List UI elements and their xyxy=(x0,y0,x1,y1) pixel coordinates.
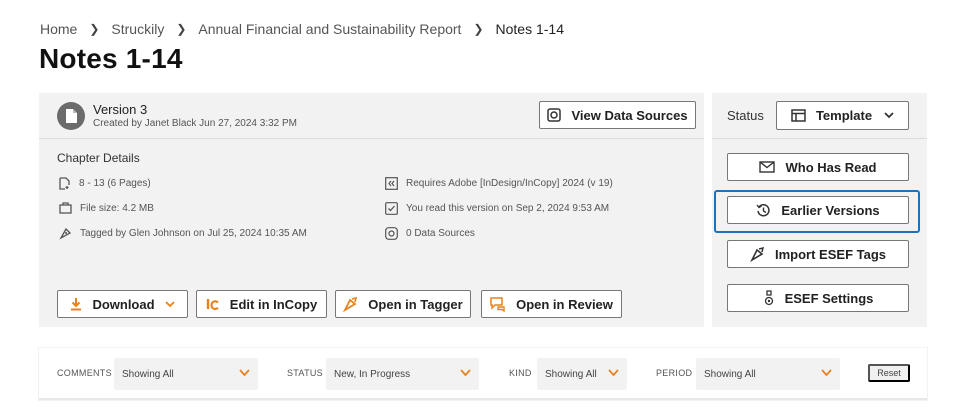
filter-bar: COMMENTS Showing All STATUS New, In Prog… xyxy=(39,348,927,400)
kind-filter-label: KIND xyxy=(509,368,532,378)
data-sources-icon xyxy=(547,108,562,122)
chevron-down-icon xyxy=(239,369,250,377)
incopy-logo-icon xyxy=(206,299,219,311)
tag-icon xyxy=(750,246,765,262)
chapter-details-panel: Version 3 Created by Janet Black Jun 27,… xyxy=(39,93,704,327)
check-square-icon xyxy=(385,202,398,215)
edit-in-incopy-button[interactable]: Edit in InCopy xyxy=(196,290,327,318)
chevron-down-icon xyxy=(608,369,619,377)
esef-settings-icon xyxy=(764,290,773,306)
page-title: Notes 1-14 xyxy=(39,43,183,74)
open-in-review-button[interactable]: Open in Review xyxy=(481,290,622,318)
breadcrumb-current: Notes 1-14 xyxy=(495,21,564,37)
status-select[interactable]: Template xyxy=(776,101,909,130)
version-subtitle: Created by Janet Black Jun 27, 2024 3:32… xyxy=(93,118,298,129)
who-has-read-button[interactable]: Who Has Read xyxy=(727,153,909,181)
import-esef-tags-button[interactable]: Import ESEF Tags xyxy=(727,240,909,268)
comments-filter-label: COMMENTS xyxy=(57,368,112,378)
detail-data-sources: 0 Data Sources xyxy=(385,227,475,240)
breadcrumb-report[interactable]: Annual Financial and Sustainability Repo… xyxy=(198,21,461,37)
chevron-down-icon xyxy=(460,369,471,377)
focus-ring xyxy=(714,190,920,233)
comments-filter-select[interactable]: Showing All xyxy=(114,358,258,390)
status-label: Status xyxy=(727,108,764,123)
kind-filter-select[interactable]: Showing All xyxy=(537,358,627,390)
download-button[interactable]: Download xyxy=(57,290,188,318)
view-data-sources-button[interactable]: View Data Sources xyxy=(539,101,696,129)
chapter-details-heading: Chapter Details xyxy=(57,151,140,165)
detail-requires: Requires Adobe [InDesign/InCopy] 2024 (v… xyxy=(385,177,613,190)
tag-icon xyxy=(59,227,72,240)
detail-file-size: File size: 4.2 MB xyxy=(59,202,154,214)
review-icon xyxy=(490,296,505,312)
esef-settings-button[interactable]: ESEF Settings xyxy=(727,284,909,312)
period-filter-select[interactable]: Showing All xyxy=(696,358,840,390)
download-icon xyxy=(71,298,82,311)
chevron-down-icon xyxy=(164,300,175,307)
data-sources-small-icon xyxy=(385,227,398,240)
chevron-right-icon: ❯ xyxy=(89,22,100,36)
open-in-tagger-button[interactable]: Open in Tagger xyxy=(335,290,471,318)
template-icon xyxy=(791,109,806,122)
reset-filters-button[interactable]: Reset xyxy=(868,364,910,382)
document-icon xyxy=(57,102,85,130)
detail-read-status: You read this version on Sep 2, 2024 9:5… xyxy=(385,202,609,215)
status-filter-select[interactable]: New, In Progress xyxy=(326,358,479,390)
divider xyxy=(712,138,927,139)
incopy-icon xyxy=(385,177,398,190)
chevron-down-icon xyxy=(884,112,894,119)
status-filter-label: STATUS xyxy=(287,368,323,378)
version-title: Version 3 xyxy=(93,102,148,117)
detail-tagged-by: Tagged by Glen Johnson on Jul 25, 2024 1… xyxy=(59,227,307,240)
briefcase-icon xyxy=(59,202,72,214)
view-data-sources-label: View Data Sources xyxy=(571,107,688,123)
chevron-down-icon xyxy=(821,369,832,377)
chevron-right-icon: ❯ xyxy=(473,22,484,36)
breadcrumb-home[interactable]: Home xyxy=(40,21,77,37)
breadcrumb-struckily[interactable]: Struckily xyxy=(111,21,164,37)
detail-pages: 8 - 13 (6 Pages) xyxy=(59,177,151,190)
breadcrumb: Home ❯ Struckily ❯ Annual Financial and … xyxy=(40,21,564,37)
tagger-icon xyxy=(343,296,358,312)
mail-read-icon xyxy=(759,160,776,173)
version-header: Version 3 Created by Janet Black Jun 27,… xyxy=(39,93,704,139)
period-filter-label: PERIOD xyxy=(656,368,693,378)
page-range-icon xyxy=(59,177,70,190)
chevron-right-icon: ❯ xyxy=(176,22,187,36)
